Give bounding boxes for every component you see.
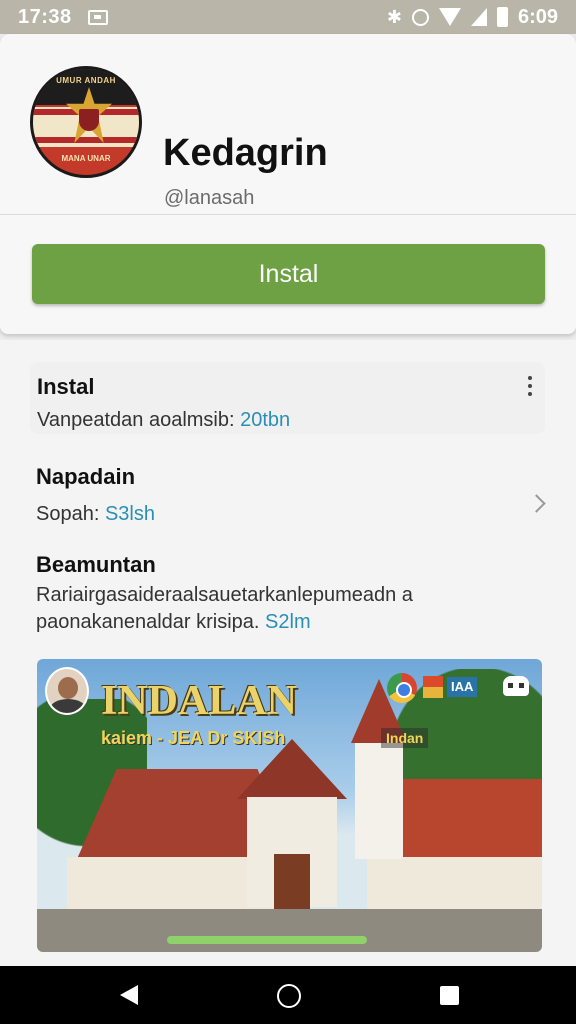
- flag-icon: [423, 676, 443, 698]
- install-section-value: 20tbn: [240, 409, 291, 431]
- download-section-label: Sopah:: [36, 503, 105, 525]
- install-section-title: Instal: [37, 374, 95, 399]
- wifi-icon: [438, 8, 461, 26]
- battery-icon: [496, 7, 508, 27]
- details-content: Instal Vanpeatdan aoalmsib: 20tbn Napada…: [0, 340, 576, 966]
- app-header-card: UMUR ANDAH MANA UNAR Kedagrin @lanasah I…: [0, 34, 576, 334]
- status-icons: ✱ 6:09: [387, 6, 558, 29]
- logo-top-text: UMUR ANDAH: [56, 76, 116, 85]
- more-options-icon[interactable]: [527, 376, 533, 400]
- description-line-2: paonakanenaldar krisipa. S2lm: [36, 611, 311, 634]
- status-bar: 17:38 ✱ 6:09: [0, 0, 576, 34]
- install-section-text: Vanpeatdan aoalmsib: 20tbn: [37, 409, 290, 432]
- chevron-right-icon[interactable]: [527, 494, 546, 513]
- avatar: [45, 667, 89, 715]
- alarm-icon: [411, 8, 429, 26]
- install-section-label: Vanpeatdan aoalmsib:: [37, 409, 241, 431]
- app-logo: UMUR ANDAH MANA UNAR: [30, 66, 142, 178]
- description-line-2-text: paonakanenaldar krisipa.: [36, 611, 266, 633]
- navigation-bar: [0, 966, 576, 1024]
- app-handle: @lanasah: [164, 187, 255, 209]
- recent-apps-icon[interactable]: [440, 986, 459, 1005]
- description-line-1: Rariairgasaideraalsauetarkanlepumeadn a: [36, 584, 413, 606]
- install-section[interactable]: Instal Vanpeatdan aoalmsib: 20tbn: [30, 362, 545, 434]
- progress-path: [167, 936, 367, 944]
- banner-headline: INDALAN: [101, 678, 298, 724]
- back-icon[interactable]: [120, 985, 138, 1005]
- home-icon[interactable]: [277, 984, 301, 1008]
- status-clock: 6:09: [517, 5, 558, 28]
- signal-icon: [470, 8, 487, 26]
- screen-record-icon: [87, 9, 108, 25]
- download-section-value: S3lsh: [104, 503, 155, 525]
- app-name: Kedagrin: [163, 132, 328, 174]
- emblem-shield-icon: [79, 109, 99, 131]
- banner-badge: IAA: [447, 677, 478, 697]
- divider: [0, 214, 576, 215]
- install-button[interactable]: Instal: [32, 244, 545, 304]
- download-section-title: Napadain: [36, 464, 136, 489]
- screenshot-banner[interactable]: INDALAN kaiem - JEA Dr SKISh Indan IAA: [37, 659, 542, 952]
- download-section-text: Sopah: S3lsh: [36, 503, 155, 526]
- status-time: 17:38: [18, 5, 72, 28]
- description-section-title: Beamuntan: [36, 552, 156, 577]
- description-value: S2lm: [265, 611, 311, 633]
- robot-icon: [503, 676, 529, 696]
- logo-bottom-text: MANA UNAR: [61, 154, 111, 163]
- banner-chip: Indan: [381, 728, 429, 748]
- bluetooth-icon: ✱: [386, 6, 402, 27]
- banner-subtitle: kaiem - JEA Dr SKISh: [101, 728, 286, 748]
- chrome-icon: [387, 673, 417, 703]
